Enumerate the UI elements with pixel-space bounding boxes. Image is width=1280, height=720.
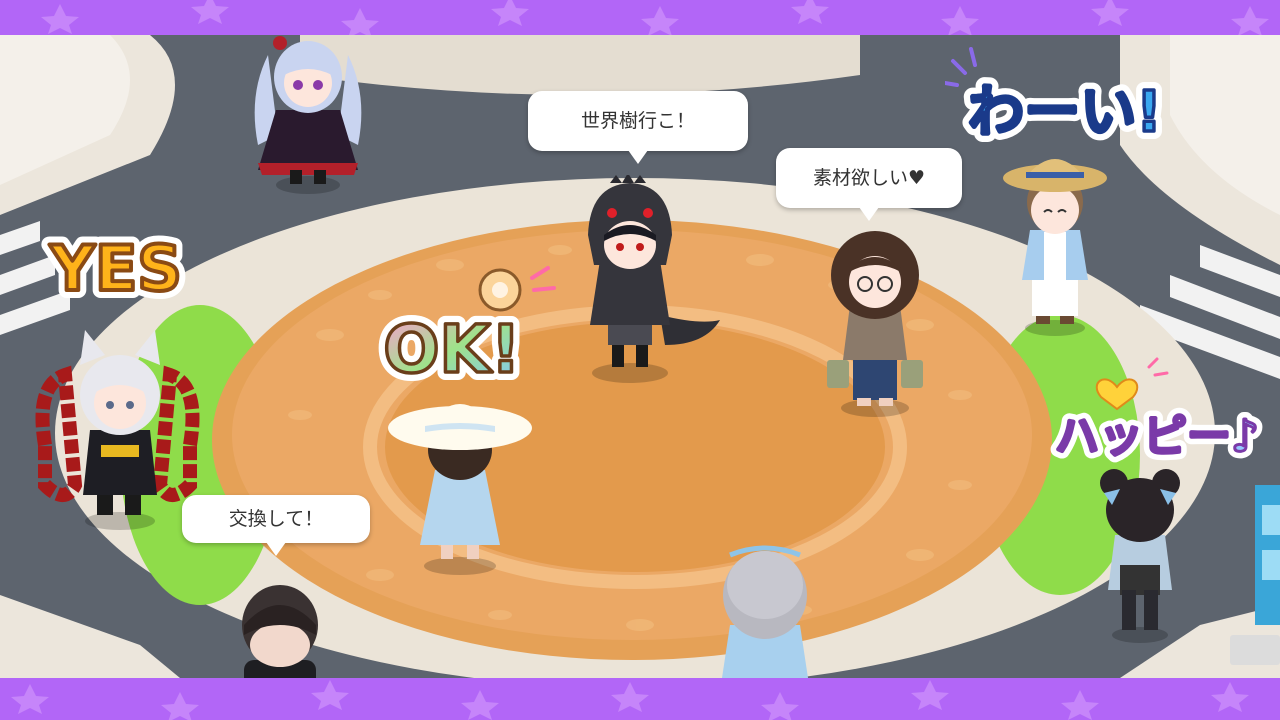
sticker-yes: YES YES: [41, 224, 190, 312]
speech-bubble-short-hair-boy: 交換して！: [182, 495, 370, 556]
avatar-sunhat-girl[interactable]: [385, 380, 535, 580]
top-frame-band: [0, 0, 1280, 35]
avatar-curly-hair-glasses[interactable]: [815, 220, 935, 420]
speech-bubble-dino-boy: 世界樹行こ！: [528, 91, 748, 164]
avatar-dino-hoodie-boy[interactable]: [570, 175, 730, 385]
sticker-yes-text: YES: [49, 232, 182, 305]
avatar-silver-hair-girl[interactable]: [710, 545, 820, 678]
sticker-ok-text: OK!: [383, 311, 520, 388]
game-scene[interactable]: 世界樹行こ！ 素材欲しい♥ 交換して！ YES YES OK! OK! わーい!…: [0, 35, 1280, 678]
heart-smile-icon: [1095, 357, 1169, 411]
avatar-short-hair-boy[interactable]: [230, 575, 330, 678]
avatar-straw-hat-boy[interactable]: [1000, 140, 1120, 340]
sticker-ok: OK! OK!: [375, 266, 556, 390]
bottom-frame-band: [0, 678, 1280, 720]
star-pattern-top: [41, 0, 1269, 35]
star-pattern-bottom: [11, 680, 1249, 720]
sticker-waai-text: わーい!: [968, 80, 1162, 145]
speech-bubble-curly-hair: 素材欲しい♥: [776, 148, 962, 221]
sticker-waai: わーい! わーい!: [945, 47, 1170, 153]
avatar-gothic-lolita-girl[interactable]: [228, 35, 388, 200]
sticker-happy: ハッピー♪ ハッピー♪: [1048, 357, 1266, 463]
avatar-bun-hair-girl[interactable]: [1090, 465, 1190, 645]
sticker-happy-text: ハッピー♪: [1055, 411, 1259, 462]
ok-hand-icon: [478, 266, 556, 312]
